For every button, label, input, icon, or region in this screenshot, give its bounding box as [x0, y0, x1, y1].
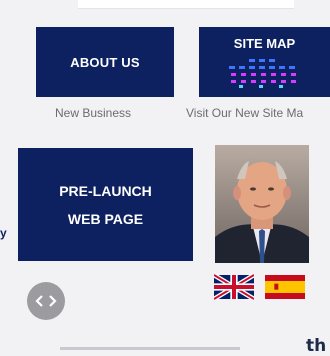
carousel-nav-button[interactable]	[27, 282, 65, 320]
site-map-title: SITE MAP	[233, 36, 296, 51]
pre-launch-web-page-button[interactable]: PRE-LAUNCH WEB PAGE	[18, 148, 193, 261]
site-map-caption[interactable]: Visit Our New Site Ma	[186, 106, 303, 120]
left-edge-text: y	[0, 226, 7, 240]
left-right-arrows-icon	[35, 295, 57, 307]
pre-launch-line-2: WEB PAGE	[67, 210, 144, 227]
sitemap-thumbnail-icon	[229, 59, 296, 88]
site-map-button[interactable]: SITE MAP	[199, 27, 330, 97]
spain-flag-icon[interactable]	[265, 274, 305, 300]
pre-launch-line-1: PRE-LAUNCH	[59, 182, 152, 199]
footer-text-line	[60, 347, 240, 350]
footer-text-fragment: th	[306, 336, 327, 356]
profile-photo-image	[215, 145, 309, 263]
uk-flag-icon[interactable]	[214, 274, 254, 300]
profile-photo	[215, 145, 309, 263]
about-us-label: ABOUT US	[70, 54, 140, 70]
about-us-button[interactable]: ABOUT US	[36, 27, 174, 97]
about-us-caption: New Business	[55, 106, 132, 120]
top-banner-strip	[78, 0, 294, 9]
